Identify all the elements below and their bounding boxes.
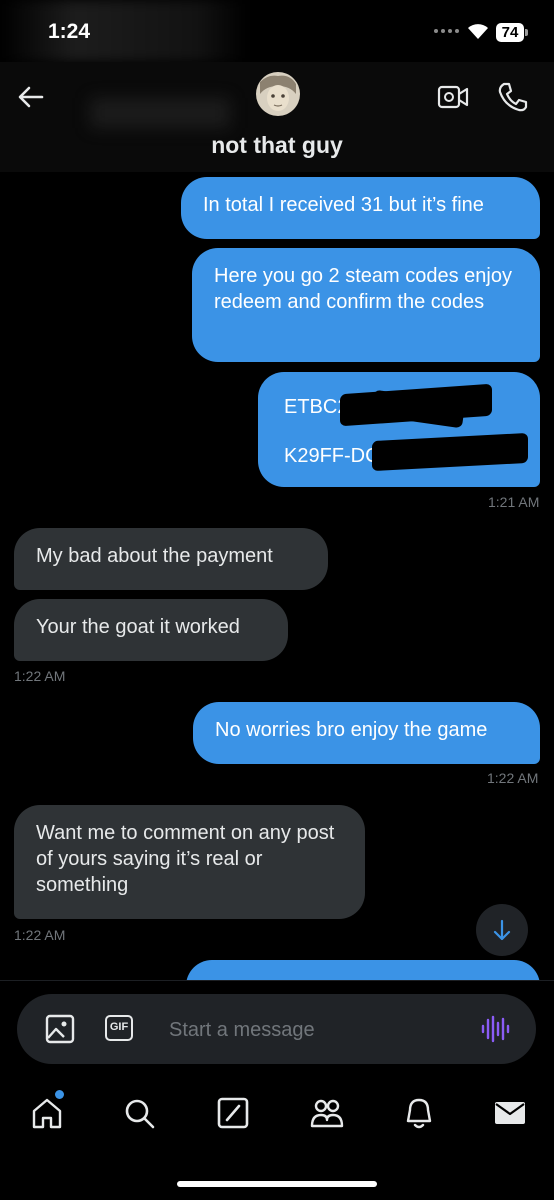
communities-icon[interactable] (309, 1096, 345, 1130)
message-composer (17, 994, 536, 1064)
notifications-bell-icon[interactable] (402, 1096, 436, 1130)
back-arrow-icon[interactable] (16, 82, 46, 112)
message-bubble-incoming[interactable]: My bad about the payment (14, 528, 328, 590)
home-indicator (177, 1181, 377, 1187)
status-bar: 1:24 74 (0, 0, 554, 62)
phone-call-icon[interactable] (496, 80, 530, 114)
steam-code-2: K29FF-DC (284, 445, 380, 467)
message-timestamp: 1:22 AM (14, 927, 66, 943)
home-icon[interactable] (30, 1096, 64, 1130)
status-time: 1:24 (48, 20, 91, 43)
message-input[interactable] (167, 1012, 451, 1048)
message-timestamp: 1:22 AM (487, 770, 539, 786)
message-bubble-outgoing[interactable]: In total I received 31 but it’s fine (181, 177, 540, 239)
avatar[interactable] (256, 72, 300, 116)
message-bubble-incoming[interactable]: Want me to comment on any post of yours … (14, 805, 365, 919)
image-icon[interactable] (45, 1014, 75, 1044)
contact-name[interactable]: not that guy (0, 132, 554, 159)
message-timestamp: 1:22 AM (14, 668, 66, 684)
message-timestamp: 1:21 AM (488, 494, 540, 510)
messages-envelope-icon[interactable] (494, 1096, 526, 1130)
grok-icon[interactable] (216, 1096, 250, 1130)
scroll-to-bottom-button[interactable] (476, 904, 528, 956)
conversation-header: not that guy (0, 62, 554, 172)
redacted-blur (90, 98, 230, 128)
battery-tip (525, 29, 528, 36)
cellular-signal-icon (434, 29, 459, 33)
search-icon[interactable] (122, 1096, 156, 1130)
wifi-icon (468, 24, 488, 39)
gif-icon[interactable]: GIF (105, 1015, 133, 1041)
voice-message-icon[interactable] (480, 1014, 510, 1044)
message-bubble-incoming[interactable]: Your the goat it worked (14, 599, 288, 661)
redacted-blur (0, 0, 248, 62)
notification-dot (55, 1090, 64, 1099)
message-bubble-outgoing[interactable]: Here you go 2 steam codes enjoy redeem a… (192, 248, 540, 362)
video-call-icon[interactable] (436, 82, 470, 112)
arrow-down-icon (493, 919, 511, 941)
battery-icon: 74 (496, 23, 524, 42)
message-bubble-outgoing[interactable]: No worries bro enjoy the game (193, 702, 540, 764)
